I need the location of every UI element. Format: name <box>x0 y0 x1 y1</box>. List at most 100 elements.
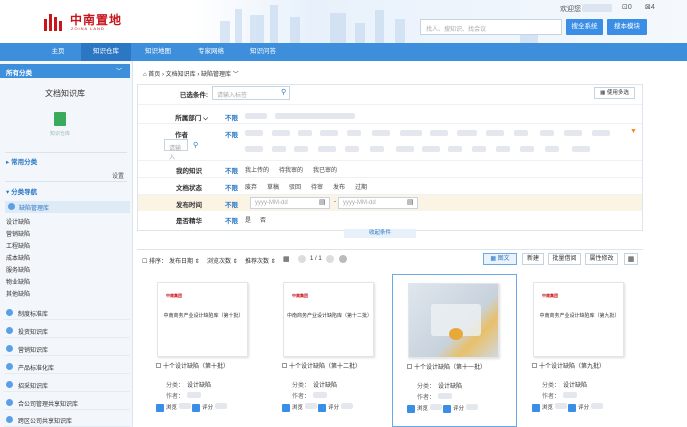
attr-edit-button[interactable]: 属性修改 <box>585 253 618 265</box>
calendar-icon[interactable]: ▤ <box>407 198 414 206</box>
category-icon <box>6 327 13 334</box>
opt-my-uploads[interactable]: 我上传的 <box>245 165 269 174</box>
chevron-down-icon[interactable]: ﹀ <box>116 66 122 75</box>
my-knowledge-label: 我的知识 <box>176 168 202 175</box>
breadcrumb-home[interactable]: 首页 <box>148 72 160 78</box>
sidebar-category[interactable]: 产品标准化库 <box>4 360 130 374</box>
grid-icon[interactable]: ▦ <box>283 255 290 263</box>
sidebar-category[interactable]: 制度标准库 <box>4 306 130 320</box>
breadcrumb-doc-library[interactable]: 文档知识库 <box>166 72 196 78</box>
knowledge-unlimited[interactable]: 不限 <box>225 165 238 175</box>
date-to-input[interactable]: yyyy-MM-dd <box>338 197 418 209</box>
sort-by-views[interactable]: 浏览次数 ⇕ <box>207 256 238 265</box>
sidebar-item-defect-library[interactable]: 缺陷管理库 <box>19 203 49 212</box>
document-icon[interactable] <box>54 112 66 126</box>
status-option[interactable]: 发布 <box>333 182 345 191</box>
calendar-icon[interactable]: ▤ <box>319 198 326 206</box>
doc-thumbnail[interactable]: 中南集团 中南商务产业设计缺陷库（第九批） <box>533 282 624 357</box>
nav-knowledge-warehouse[interactable]: 知识仓库 <box>81 43 131 61</box>
status-option[interactable]: 待审 <box>311 182 323 191</box>
card-title[interactable]: 十个设计缺陷（第十批） <box>156 361 229 370</box>
status-option[interactable]: 过期 <box>355 182 367 191</box>
sidebar-item[interactable]: 物业缺陷 <box>6 277 30 286</box>
card-title[interactable]: 十个设计缺陷（第十一批） <box>407 362 486 371</box>
card-title[interactable]: 十个设计缺陷（第九批） <box>532 361 605 370</box>
blurred-option[interactable] <box>245 113 267 119</box>
doc-thumbnail[interactable]: 中南集团 中南商务产业设计缺陷库（第十批） <box>157 282 248 357</box>
columns-icon[interactable]: ▦ <box>624 253 638 265</box>
home-icon[interactable]: ⌂ <box>143 72 147 78</box>
search-icon[interactable]: ⚲ <box>193 141 198 149</box>
search-input[interactable]: 找人、搜知识、找会议 <box>420 19 562 35</box>
blurred-option[interactable] <box>275 113 355 119</box>
sidebar-item[interactable]: 服务缺陷 <box>6 265 30 274</box>
dept-unlimited[interactable]: 不限 <box>225 112 238 122</box>
notice-icon[interactable]: ⊠4 <box>645 3 655 11</box>
search-all-button[interactable]: 搜全系统 <box>566 19 603 35</box>
search-module-button[interactable]: 搜本模块 <box>607 19 647 35</box>
card-title[interactable]: 十个设计缺陷（第十二批） <box>282 361 361 370</box>
card-checkbox[interactable] <box>532 363 537 368</box>
message-icon[interactable]: ⊡0 <box>622 3 632 11</box>
category-nav-heading[interactable]: ▾ 分类导航 <box>6 186 37 196</box>
divider <box>5 181 127 182</box>
excellent-no[interactable]: 否 <box>260 215 266 224</box>
doc-card[interactable]: 中南集团 中南商务产业设计缺陷库（第十批） 十个设计缺陷（第十批） 分类： 设计… <box>142 274 267 427</box>
doc-thumbnail[interactable]: 中南集团 中南商务产业设计缺陷库（第十二批） <box>283 282 374 357</box>
sidebar-item[interactable]: 工程缺陷 <box>6 241 30 250</box>
next-page-icon[interactable] <box>326 255 334 263</box>
setting-link[interactable]: 设置 <box>112 171 124 180</box>
sidebar-item[interactable]: 营销缺陷 <box>6 229 30 238</box>
sidebar-category[interactable]: 合公司管理共享知识库 <box>4 396 130 410</box>
author-input[interactable]: 请输入 <box>164 139 188 161</box>
sidebar-category[interactable]: 跨区公司共享知识库 <box>4 413 130 427</box>
multi-select-button[interactable]: ▦ 使用多选 <box>594 87 635 99</box>
card-checkbox[interactable] <box>156 363 161 368</box>
collapse-conditions-button[interactable]: 收起条件 <box>344 229 416 238</box>
status-option[interactable]: 废弃 <box>245 182 257 191</box>
opt-pending-review[interactable]: 待我审的 <box>279 165 303 174</box>
nav-knowledge-qa[interactable]: 知识问答 <box>240 43 286 61</box>
batch-borrow-button[interactable]: 批量借阅 <box>548 253 581 265</box>
nav-knowledge-map[interactable]: 知识地图 <box>136 43 180 61</box>
doc-thumbnail-image[interactable] <box>408 283 499 358</box>
search-icon[interactable]: ⚲ <box>281 88 286 96</box>
sort-by-recommend[interactable]: 推荐次数 ⇕ <box>245 256 276 265</box>
status-option[interactable]: 驳回 <box>289 182 301 191</box>
department-label[interactable]: 所属部门 ⌵ <box>148 112 208 123</box>
new-button[interactable]: 新建 <box>522 253 544 265</box>
opt-reviewed[interactable]: 我已审的 <box>313 165 337 174</box>
sidebar-category[interactable]: 投资知识库 <box>4 324 130 338</box>
sort-by-date[interactable]: 发布日期 ⇕ <box>169 256 200 265</box>
doc-card[interactable]: 中南集团 中南商务产业设计缺陷库（第十二批） 十个设计缺陷（第十二批） 分类： … <box>268 274 393 427</box>
date-from-input[interactable]: yyyy-MM-dd <box>250 197 330 209</box>
refresh-icon[interactable] <box>339 255 347 263</box>
sidebar-category[interactable]: 营销知识库 <box>4 342 130 356</box>
doc-card-selected[interactable]: 十个设计缺陷（第十一批） 分类： 设计缺陷 作者： 浏览 评分 <box>392 274 517 427</box>
excellent-yes[interactable]: 是 <box>245 215 251 224</box>
common-category-heading[interactable]: ▸ 常用分类 <box>6 156 37 166</box>
doc-card[interactable]: 中南集团 中南商务产业设计缺陷库（第九批） 十个设计缺陷（第九批） 分类： 设计… <box>518 274 643 427</box>
status-option[interactable]: 草稿 <box>267 182 279 191</box>
breadcrumb-current[interactable]: 缺陷管理库 <box>201 72 231 78</box>
sidebar-item[interactable]: 成本缺陷 <box>6 253 30 262</box>
sidebar-title[interactable]: 所有分类 <box>0 64 130 78</box>
publish-unlimited[interactable]: 不限 <box>225 199 238 209</box>
author-unlimited[interactable]: 不限 <box>225 129 238 139</box>
author-blurred <box>187 392 201 398</box>
status-unlimited[interactable]: 不限 <box>225 182 238 192</box>
sidebar-item[interactable]: 设计缺陷 <box>6 217 30 226</box>
doc-library-title[interactable]: 文档知识库 <box>0 88 130 99</box>
sidebar-item[interactable]: 其他缺陷 <box>6 289 30 298</box>
tag-input[interactable]: 请输入标签 <box>212 86 290 100</box>
excellent-unlimited[interactable]: 不限 <box>225 215 238 225</box>
card-checkbox[interactable] <box>282 363 287 368</box>
nav-home[interactable]: 主页 <box>40 43 76 61</box>
expand-more-icon[interactable]: ▼ <box>630 128 637 135</box>
nav-expert-network[interactable]: 专家网络 <box>187 43 235 61</box>
sidebar-category[interactable]: 招采知识库 <box>4 378 130 392</box>
card-checkbox[interactable] <box>407 364 412 369</box>
prev-page-icon[interactable] <box>298 255 306 263</box>
username-blurred[interactable] <box>582 4 612 12</box>
view-mode-button[interactable]: ▦ 图文 <box>483 253 517 265</box>
